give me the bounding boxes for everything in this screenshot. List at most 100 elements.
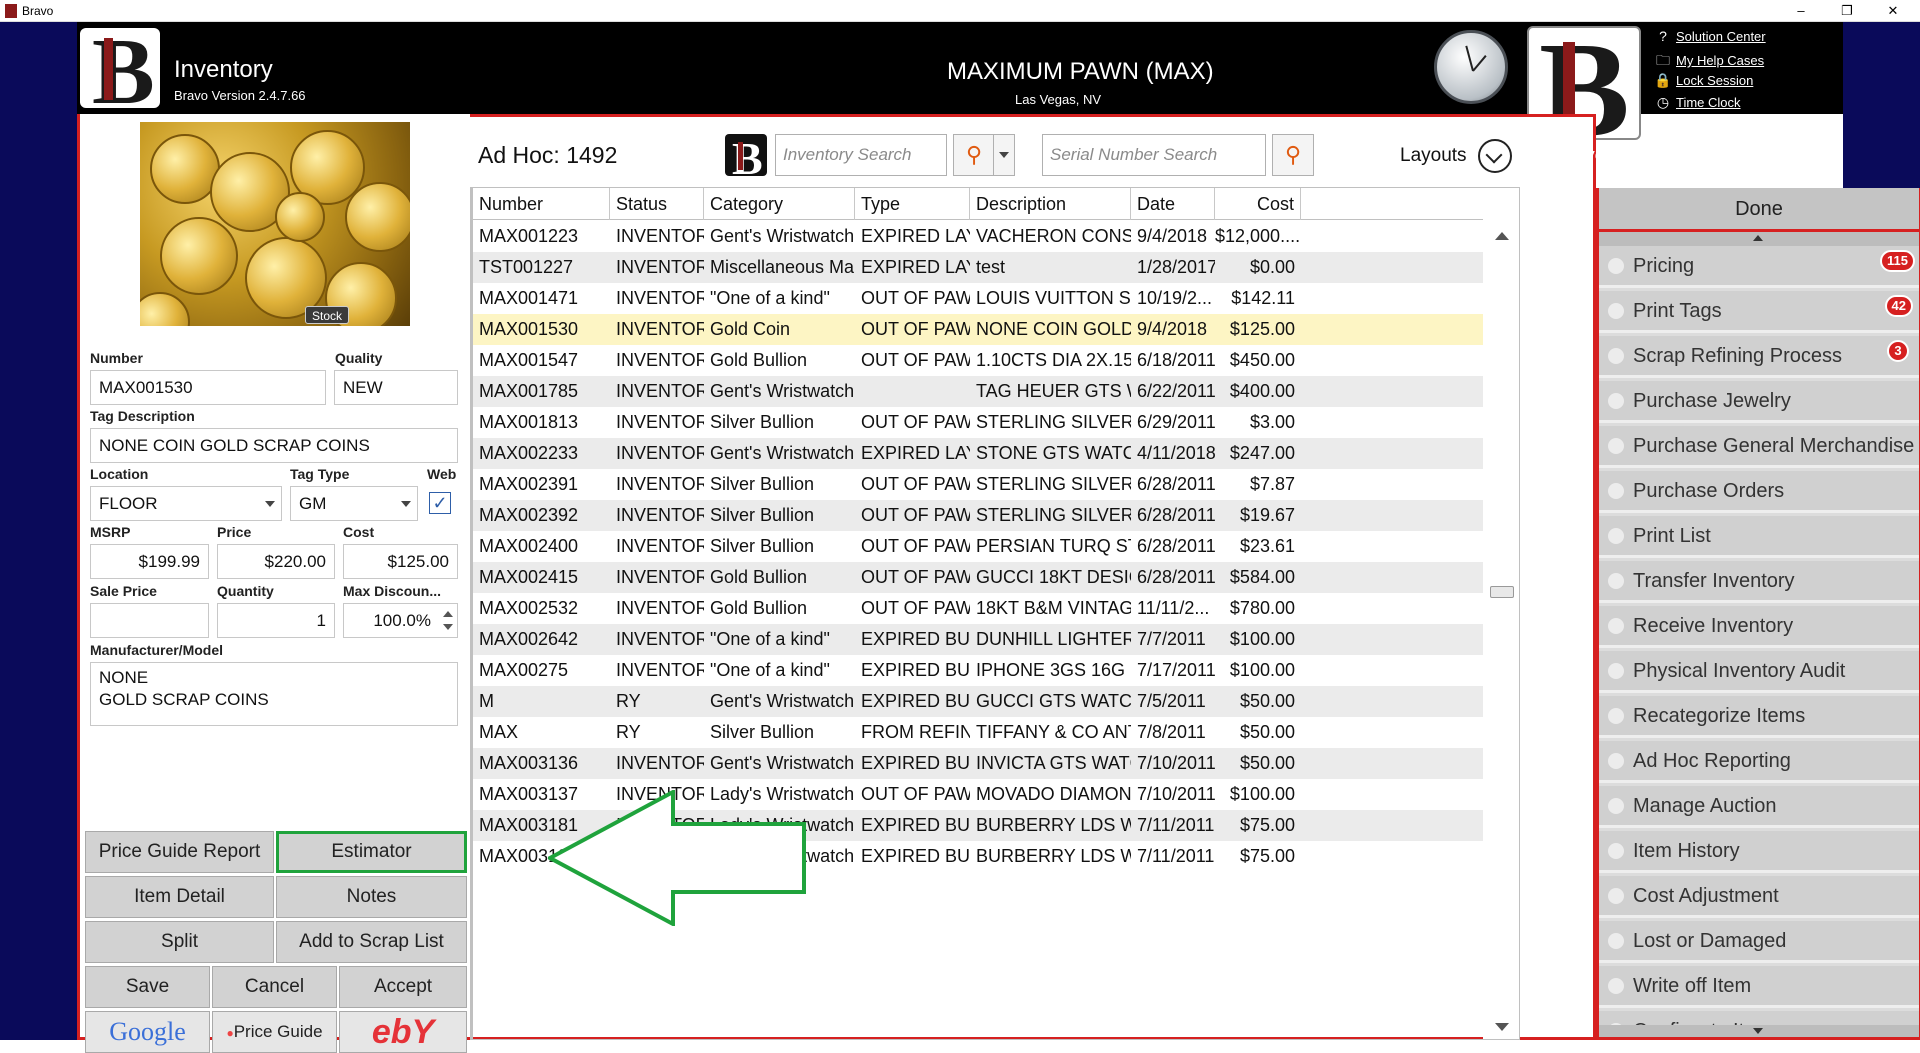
add-to-scrap-list-button[interactable]: Add to Scrap List (276, 921, 467, 963)
sidebar-item-ad-hoc-reporting[interactable]: Ad Hoc Reporting (1599, 741, 1919, 783)
time-clock-link[interactable]: ◷ Time Clock (1654, 94, 1766, 116)
cancel-button[interactable]: Cancel (212, 966, 337, 1008)
table-row[interactable]: MAX001813 INVENTORY Silver Bullion OUT OF P… (473, 407, 1483, 438)
sidebar-item-pricing[interactable]: Pricing 115 (1599, 246, 1919, 288)
price-guide-report-button[interactable]: Price Guide Report (85, 831, 274, 873)
notes-button[interactable]: Notes (276, 876, 467, 918)
column-header-description[interactable]: Description (970, 188, 1131, 220)
app-window: B Inventory Bravo Version 2.4.7.66 MAXIM… (77, 22, 1920, 1053)
sidebar-item-print-list[interactable]: Print List (1599, 516, 1919, 558)
table-row[interactable]: MAX001547 INVENTORY Gold Bullion OUT OF PAW… (473, 345, 1483, 376)
table-row[interactable]: MAX RY Silver Bullion FROM REFIN... TIFFANY … (473, 717, 1483, 748)
item-detail-button[interactable]: Item Detail (85, 876, 274, 918)
search-logo[interactable]: B (725, 134, 767, 176)
table-row[interactable]: MAX002415 INVENTORY Gold Bullion OUT OF PAW… (473, 562, 1483, 593)
minimize-button[interactable]: – (1778, 0, 1824, 22)
scroll-up-icon[interactable] (1495, 232, 1509, 240)
solution-center-link[interactable]: ? Solution Center (1654, 28, 1766, 50)
cell-date: 7/8/2011 (1137, 722, 1206, 742)
scroll-thumb[interactable] (1490, 586, 1514, 598)
save-button[interactable]: Save (85, 966, 210, 1008)
column-header-status[interactable]: Status (610, 188, 704, 220)
tag-description-field[interactable]: NONE COIN GOLD SCRAP COINS (90, 428, 458, 463)
my-help-cases-link[interactable]: 🗀 My Help Cases (1654, 50, 1766, 72)
layouts-label[interactable]: Layouts (1400, 145, 1467, 167)
table-row[interactable]: MAX00275 INVENTORY "One of a kind" EXPIRED … (473, 655, 1483, 686)
table-row[interactable]: MAX001530 INVENTORY Gold Coin OUT OF PAWN NO… (473, 314, 1483, 345)
price-field[interactable]: $220.00 (217, 544, 335, 579)
sale-price-field[interactable] (90, 603, 209, 638)
sidebar-item-transfer-inventory[interactable]: Transfer Inventory (1599, 561, 1919, 603)
cell-type: EXPIRED BUY (861, 815, 970, 835)
manufacturer-model-field[interactable]: NONE GOLD SCRAP COINS (90, 662, 458, 726)
column-header-category[interactable]: Category (704, 188, 855, 220)
msrp-field[interactable]: $199.99 (90, 544, 209, 579)
window-title: Bravo (22, 4, 54, 18)
serial-search-button[interactable]: ⚲ (1272, 134, 1314, 176)
table-row[interactable]: MAX001785 INVENTORY Gent's Wristwatch TAG H… (473, 376, 1483, 407)
item-photo[interactable] (140, 122, 410, 326)
column-header-date[interactable]: Date (1131, 188, 1215, 220)
close-button[interactable]: ✕ (1870, 0, 1916, 22)
sidebar-item-purchase-jewelry[interactable]: Purchase Jewelry (1599, 381, 1919, 423)
done-button[interactable]: Done (1596, 188, 1920, 232)
inventory-search-button[interactable]: ⚲ (953, 134, 995, 176)
column-header-type[interactable]: Type (855, 188, 970, 220)
table-row[interactable]: MAX002392 INVENTORY Silver Bullion OUT OF P… (473, 500, 1483, 531)
inventory-search-input[interactable]: Inventory Search (775, 134, 947, 176)
table-row[interactable]: MAX002233 INVENTORY Gent's Wristwatch EXPIR… (473, 438, 1483, 469)
tag-type-select[interactable]: GM (290, 486, 418, 521)
sidebar-item-purchase-orders[interactable]: Purchase Orders (1599, 471, 1919, 513)
web-checkbox[interactable]: ✓ (429, 492, 451, 514)
column-header-number[interactable]: Number (473, 188, 610, 220)
table-row[interactable]: TST001227 INVENTORY Miscellaneous Ma... EXP… (473, 252, 1483, 283)
table-row[interactable]: M RY Gent's Wristwatch EXPIRED BUY GUCCI GTS… (473, 686, 1483, 717)
cell-number: M (479, 691, 494, 711)
sidebar-item-scrap-refining-process[interactable]: Scrap Refining Process 3 (1599, 336, 1919, 378)
vertical-scrollbar[interactable] (1483, 188, 1519, 1039)
lock-session-link[interactable]: 🔒 Lock Session (1654, 72, 1766, 94)
search-options-dropdown[interactable] (993, 134, 1015, 176)
scroll-down-icon[interactable] (1495, 1023, 1509, 1031)
list-scroll-up-icon[interactable] (1599, 232, 1919, 246)
serial-search-input[interactable]: Serial Number Search (1042, 134, 1266, 176)
sidebar-item-write-off-item[interactable]: Write off Item (1599, 966, 1919, 1008)
quality-field[interactable]: NEW (334, 370, 458, 405)
sidebar-item-print-tags[interactable]: Print Tags 42 (1599, 291, 1919, 333)
sidebar-item-lost-or-damaged[interactable]: Lost or Damaged (1599, 921, 1919, 963)
sidebar-item-item-history[interactable]: Item History (1599, 831, 1919, 873)
list-scroll-down-icon[interactable] (1599, 1025, 1919, 1037)
split-button[interactable]: Split (85, 921, 274, 963)
estimator-button[interactable]: Estimator (276, 831, 467, 873)
price-guide-button[interactable]: ●Price Guide (212, 1011, 337, 1053)
number-field[interactable]: MAX001530 (90, 370, 326, 405)
cell-status: INVENTORY (616, 536, 704, 556)
ebay-button[interactable]: ebY (339, 1011, 467, 1053)
table-row[interactable]: MAX002642 INVENTORY "One of a kind" EXPIRED… (473, 624, 1483, 655)
sidebar-item-purchase-general-merchandise[interactable]: Purchase General Merchandise (1599, 426, 1919, 468)
table-row[interactable]: MAX001223 INVENTORY Gent's Wristwatch EXPIR… (473, 221, 1483, 252)
table-row[interactable]: MAX002391 INVENTORY Silver Bullion OUT OF P… (473, 469, 1483, 500)
google-button[interactable]: Google (85, 1011, 210, 1053)
accept-button[interactable]: Accept (339, 966, 467, 1008)
cost-field[interactable]: $125.00 (343, 544, 458, 579)
cell-cost: $400.00 (1229, 381, 1295, 401)
sidebar-item-physical-inventory-audit[interactable]: Physical Inventory Audit (1599, 651, 1919, 693)
quantity-field[interactable]: 1 (217, 603, 335, 638)
column-header-cost[interactable]: Cost (1215, 188, 1301, 220)
layouts-chevron-icon[interactable] (1478, 139, 1512, 173)
sidebar-item-recategorize-items[interactable]: Recategorize Items (1599, 696, 1919, 738)
max-discount-stepper[interactable]: 100.0% (343, 603, 458, 638)
restore-button[interactable]: ❐ (1824, 0, 1870, 22)
sidebar-item-cost-adjustment[interactable]: Cost Adjustment (1599, 876, 1919, 918)
table-row[interactable]: MAX002532 INVENTORY Gold Bullion OUT OF PAW… (473, 593, 1483, 624)
table-row[interactable]: MAX003136 INVENTORY Gent's Wristwatch EXPIR… (473, 748, 1483, 779)
stepper-up-icon[interactable] (443, 611, 453, 617)
logo-bar (104, 38, 113, 100)
stepper-down-icon[interactable] (443, 624, 453, 630)
sidebar-item-manage-auction[interactable]: Manage Auction (1599, 786, 1919, 828)
sidebar-item-receive-inventory[interactable]: Receive Inventory (1599, 606, 1919, 648)
table-row[interactable]: MAX001471 INVENTORY "One of a kind" OUT OF … (473, 283, 1483, 314)
table-row[interactable]: MAX002400 INVENTORY Silver Bullion OUT OF P… (473, 531, 1483, 562)
location-select[interactable]: FLOOR (90, 486, 282, 521)
